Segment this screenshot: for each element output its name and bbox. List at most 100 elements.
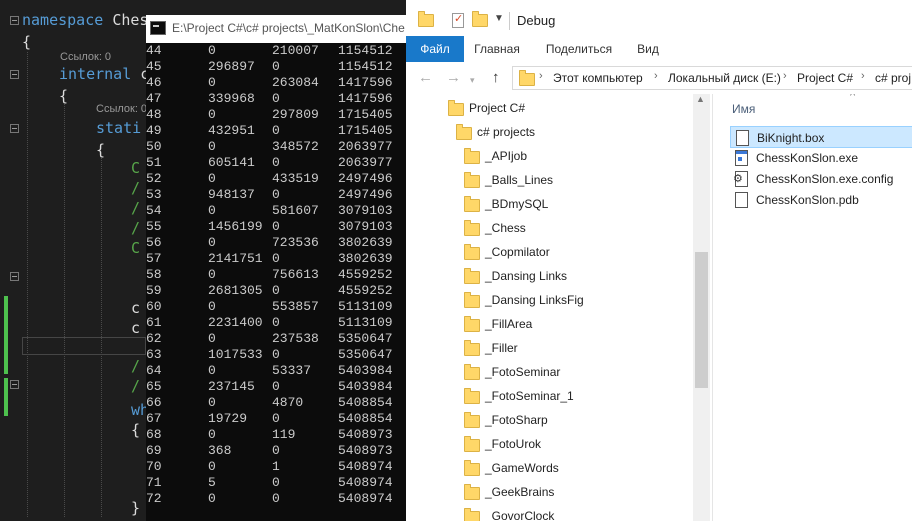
breadcrumb-item[interactable]: Project C# (797, 71, 853, 85)
file-list[interactable]: ^ Имя BiKnight.box ChessKonSlon.exe ChessK… (713, 94, 912, 521)
console-value: 1715405 (338, 123, 393, 138)
quick-access-dropdown-icon[interactable]: ▼ (494, 13, 504, 24)
console-value: 1715405 (338, 107, 393, 122)
tree-item-label: _Dansing LinksFig (485, 293, 584, 307)
tree-item-label: Project C# (469, 101, 526, 115)
reference-count[interactable]: Ссылок: 0 (96, 103, 146, 115)
navigation-pane[interactable]: Project C# c# projects _APIjob _Balls_Lines… (406, 94, 712, 521)
code-line[interactable]: C (131, 158, 140, 178)
folder-icon (464, 244, 480, 260)
vertical-scrollbar[interactable]: ▲ (693, 94, 710, 521)
column-header-name[interactable]: Имя (732, 102, 755, 116)
chevron-right-icon[interactable]: › (861, 70, 865, 82)
properties-icon[interactable] (452, 12, 464, 28)
console-value: 3079103 (338, 219, 393, 234)
console-title-bar[interactable]: E:\Project C#\c# projects\_MatKonSlon\Ch… (146, 15, 408, 43)
console-value: 0 (208, 235, 216, 250)
console-value: 19729 (208, 411, 248, 426)
console-value: 237538 (272, 331, 319, 346)
file-row[interactable]: ChessKonSlon.exe (730, 147, 912, 169)
tab-file[interactable]: Файл (406, 36, 464, 62)
tree-item-label: _Chess (485, 221, 526, 235)
code-line[interactable]: stati (96, 118, 141, 138)
code-line[interactable]: { (96, 140, 105, 160)
tab-share[interactable]: Поделиться (540, 36, 618, 62)
console-value: 0 (272, 155, 280, 170)
console-value: 53337 (272, 363, 312, 378)
indent-guide (64, 104, 65, 517)
folder-icon (464, 364, 480, 380)
code-token: c (131, 299, 141, 317)
code-line[interactable]: / (131, 178, 140, 198)
console-value: 553857 (272, 299, 319, 314)
chevron-right-icon[interactable]: › (539, 70, 543, 82)
console-value: 0 (208, 491, 216, 506)
collapse-icon[interactable] (10, 70, 19, 79)
new-folder-icon[interactable] (472, 11, 488, 27)
collapse-icon[interactable] (10, 380, 19, 389)
tab-home[interactable]: Главная (468, 36, 526, 62)
recent-dropdown-icon[interactable]: ▾ (470, 70, 475, 90)
code-token: } (131, 499, 141, 517)
code-line[interactable]: { (22, 32, 31, 52)
console-value: 65 (146, 379, 162, 394)
code-line[interactable]: / (131, 218, 140, 238)
code-line[interactable]: C (131, 238, 140, 258)
reference-count[interactable]: Ссылок: 0 (60, 51, 111, 63)
up-icon[interactable]: ↑ (492, 68, 500, 88)
breadcrumb-item[interactable]: c# proj (875, 71, 911, 85)
code-token: { (22, 33, 32, 51)
breadcrumb-item[interactable]: Локальный диск (E:) (668, 71, 781, 85)
chevron-right-icon[interactable]: › (654, 70, 658, 82)
tree-item-label: _FotoSeminar_1 (485, 389, 574, 403)
code-line[interactable]: / (131, 198, 140, 218)
file-row[interactable]: ChessKonSlon.exe.config (730, 168, 912, 190)
scrollbar-thumb[interactable] (695, 252, 708, 388)
console-value: 0 (272, 379, 280, 394)
tree-item-label: _FotoUrok (485, 437, 542, 451)
scroll-up-icon[interactable]: ▲ (696, 94, 705, 104)
code-line[interactable]: { (59, 86, 68, 106)
console-value: 4870 (272, 395, 304, 410)
console-value: 60 (146, 299, 162, 314)
breadcrumb-item[interactable]: Этот компьютер (553, 71, 643, 85)
chevron-right-icon[interactable]: › (783, 70, 787, 82)
code-line[interactable]: / (131, 376, 140, 396)
collapse-icon[interactable] (10, 16, 19, 25)
collapse-icon[interactable] (10, 124, 19, 133)
tab-view[interactable]: Вид (632, 36, 664, 62)
code-line[interactable]: c (131, 298, 140, 318)
code-line[interactable]: wh (131, 400, 146, 420)
console-value: 67 (146, 411, 162, 426)
explorer-title-bar[interactable]: ▼ Debug (406, 0, 912, 36)
console-value: 368 (208, 443, 232, 458)
code-line[interactable]: internal c (59, 64, 146, 84)
back-icon[interactable]: ← (418, 68, 433, 88)
console-value: 2681305 (208, 283, 263, 298)
console-value: 72 (146, 491, 162, 506)
address-bar[interactable]: › Этот компьютер › Локальный диск (E:) ›… (512, 66, 912, 90)
forward-icon[interactable]: → (446, 68, 461, 88)
file-row[interactable]: BiKnight.box (730, 126, 912, 148)
tree-item-label: _GeekBrains (485, 485, 555, 499)
code-line[interactable]: c (131, 318, 140, 338)
console-value: 1017533 (208, 347, 263, 362)
console-value: 0 (208, 139, 216, 154)
collapse-icon[interactable] (10, 272, 19, 281)
code-line[interactable]: / (131, 356, 140, 376)
change-bar (4, 296, 8, 374)
code-line[interactable]: } (131, 498, 140, 518)
code-editor[interactable]: Ссылок: 0 Ссылок: 0 namespace Ches{inter… (0, 0, 146, 521)
console-value: 47 (146, 91, 162, 106)
console-value: 3079103 (338, 203, 393, 218)
code-line[interactable]: namespace Ches (22, 10, 146, 30)
console-value: 0 (272, 315, 280, 330)
code-line[interactable]: { (131, 420, 140, 440)
code-token: wh (131, 401, 146, 419)
folder-icon (464, 268, 480, 284)
file-row[interactable]: ChessKonSlon.pdb (730, 189, 912, 211)
console-value: 5408973 (338, 427, 393, 442)
file-explorer-window[interactable]: ▼ Debug Файл Главная Поделиться Вид ← → … (406, 0, 912, 521)
folder-icon (464, 316, 480, 332)
console-window[interactable]: E:\Project C#\c# projects\_MatKonSlon\Ch… (146, 15, 408, 521)
